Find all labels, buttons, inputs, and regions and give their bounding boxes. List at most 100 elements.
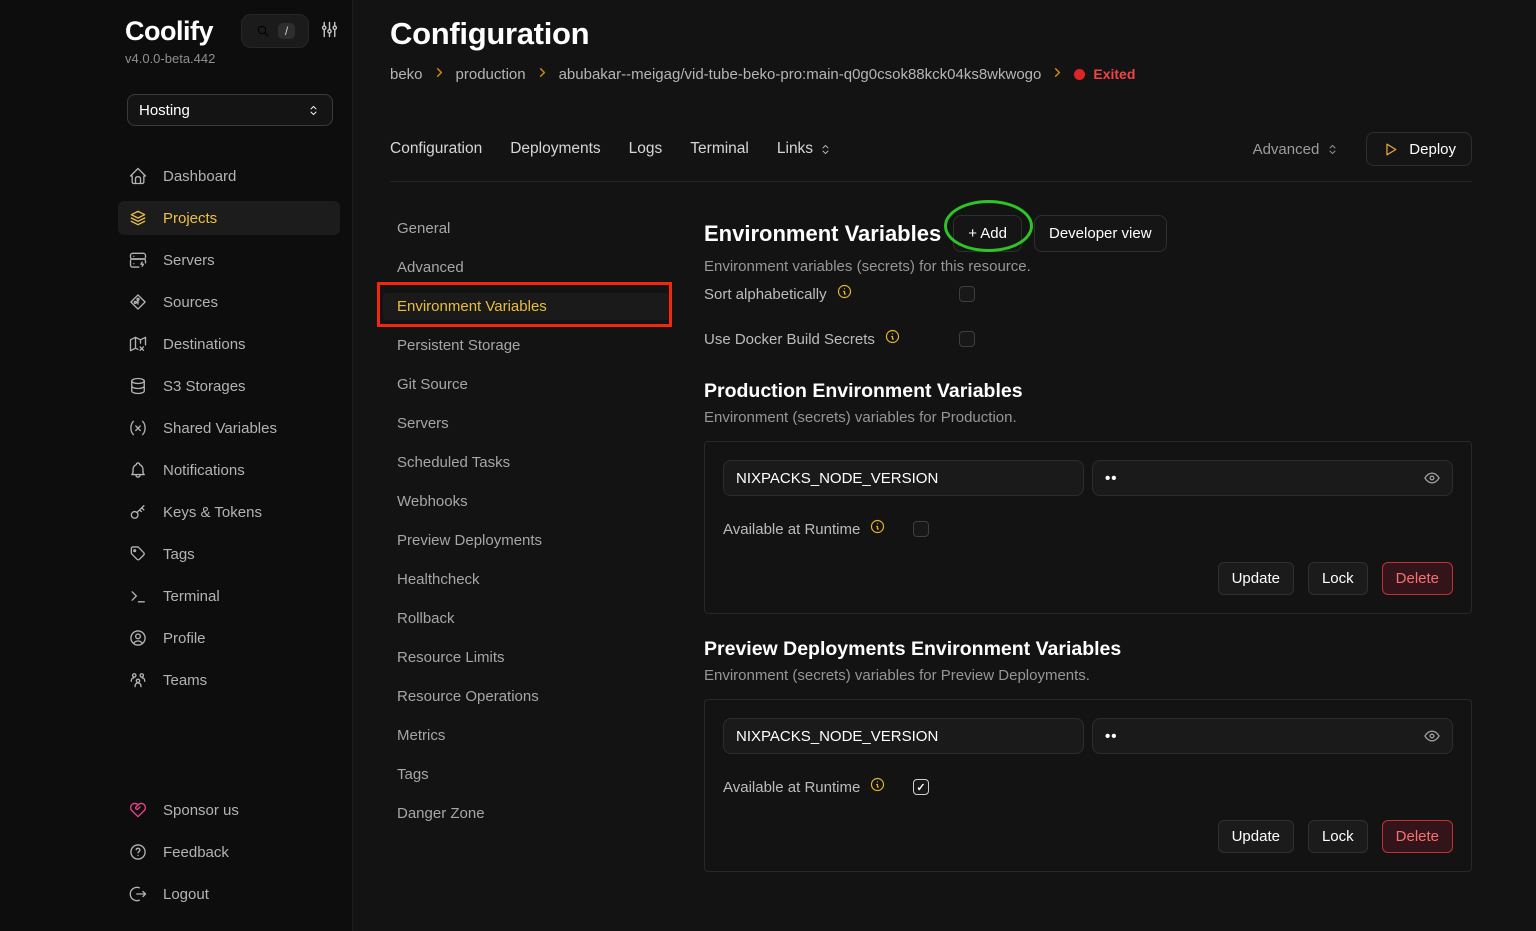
delete-button[interactable]: Delete [1382, 820, 1453, 853]
subnav-item-preview-deployments[interactable]: Preview Deployments [383, 527, 670, 554]
sidebar-footer: Sponsor us Feedback Logout [118, 793, 340, 919]
breadcrumb-environment[interactable]: production [456, 66, 526, 83]
terminal-icon [128, 586, 148, 606]
subnav-item-advanced[interactable]: Advanced [383, 254, 670, 281]
docker-build-secrets-label: Use Docker Build Secrets [704, 331, 875, 348]
chevron-updown-icon [1325, 142, 1340, 157]
breadcrumb-team[interactable]: beko [390, 66, 423, 83]
sidebar-item-tags[interactable]: Tags [118, 537, 340, 571]
available-at-runtime-checkbox[interactable] [913, 521, 929, 537]
developer-view-button[interactable]: Developer view [1034, 215, 1167, 252]
subnav-item-general[interactable]: General [383, 215, 670, 242]
subnav-item-resource-operations[interactable]: Resource Operations [383, 683, 670, 710]
settings-subnav: General Advanced Environment Variables P… [383, 215, 670, 839]
search-button[interactable]: / [241, 14, 309, 48]
preview-env-heading: Preview Deployments Environment Variable… [704, 638, 1472, 661]
sidebar-item-teams[interactable]: Teams [118, 663, 340, 697]
tab-links[interactable]: Links [777, 140, 833, 158]
env-value-input[interactable] [1092, 460, 1453, 496]
subnav-item-servers[interactable]: Servers [383, 410, 670, 437]
sidebar-item-label: Projects [163, 210, 217, 227]
advanced-dropdown[interactable]: Advanced [1253, 141, 1341, 158]
production-env-card: Available at Runtime Update Lock Delete [704, 441, 1472, 614]
sidebar-item-servers[interactable]: Servers [118, 243, 340, 277]
sidebar-item-s3-storages[interactable]: S3 Storages [118, 369, 340, 403]
sidebar-item-label: Keys & Tokens [163, 504, 262, 521]
settings-button[interactable] [319, 19, 340, 43]
sort-alphabetically-checkbox[interactable] [959, 286, 975, 302]
subnav-item-metrics[interactable]: Metrics [383, 722, 670, 749]
reveal-value-button[interactable] [1422, 468, 1442, 491]
status-label: Exited [1093, 66, 1135, 82]
subnav-item-git-source[interactable]: Git Source [383, 371, 670, 398]
docker-build-secrets-checkbox[interactable] [959, 331, 975, 347]
subnav-item-tags[interactable]: Tags [383, 761, 670, 788]
available-at-runtime-row: Available at Runtime [723, 518, 1453, 540]
update-button[interactable]: Update [1218, 562, 1294, 595]
team-select[interactable]: Hosting [127, 94, 333, 126]
deploy-label: Deploy [1409, 141, 1456, 158]
lock-button[interactable]: Lock [1308, 820, 1368, 853]
sidebar-item-keys-tokens[interactable]: Keys & Tokens [118, 495, 340, 529]
sidebar-item-projects[interactable]: Projects [118, 201, 340, 235]
sidebar-item-feedback[interactable]: Feedback [118, 835, 340, 869]
sidebar-item-destinations[interactable]: Destinations [118, 327, 340, 361]
eye-icon [1422, 468, 1442, 488]
reveal-value-button[interactable] [1422, 726, 1442, 749]
sidebar-item-label: Shared Variables [163, 420, 277, 437]
info-icon[interactable] [884, 328, 901, 350]
sidebar-item-notifications[interactable]: Notifications [118, 453, 340, 487]
sidebar-item-dashboard[interactable]: Dashboard [118, 159, 340, 193]
env-key-input[interactable] [723, 460, 1084, 496]
info-icon[interactable] [869, 518, 886, 540]
add-button[interactable]: + Add [953, 215, 1022, 252]
env-key-input[interactable] [723, 718, 1084, 754]
sidebar-item-label: Teams [163, 672, 207, 689]
subnav-item-scheduled-tasks[interactable]: Scheduled Tasks [383, 449, 670, 476]
sidebar-item-shared-variables[interactable]: Shared Variables [118, 411, 340, 445]
env-value-input[interactable] [1092, 718, 1453, 754]
chevron-right-icon [432, 65, 447, 84]
lock-button[interactable]: Lock [1308, 562, 1368, 595]
sidebar-item-logout[interactable]: Logout [118, 877, 340, 911]
sort-alphabetically-label: Sort alphabetically [704, 286, 827, 303]
delete-button[interactable]: Delete [1382, 562, 1453, 595]
subnav-item-resource-limits[interactable]: Resource Limits [383, 644, 670, 671]
deploy-button[interactable]: Deploy [1366, 132, 1472, 166]
app-logo: Coolify [125, 16, 213, 47]
chevron-right-icon [535, 65, 550, 84]
sidebar-item-label: Notifications [163, 462, 245, 479]
heart-handshake-icon [128, 800, 148, 820]
sidebar-item-label: Tags [163, 546, 195, 563]
subnav-item-persistent-storage[interactable]: Persistent Storage [383, 332, 670, 359]
sliders-icon [319, 19, 340, 40]
tag-icon [128, 544, 148, 564]
sidebar-item-profile[interactable]: Profile [118, 621, 340, 655]
sort-alphabetically-row: Sort alphabetically [704, 283, 1472, 305]
sidebar-item-terminal[interactable]: Terminal [118, 579, 340, 613]
subnav-item-danger-zone[interactable]: Danger Zone [383, 800, 670, 827]
tab-deployments[interactable]: Deployments [510, 140, 600, 158]
info-icon[interactable] [836, 283, 853, 305]
subnav-item-healthcheck[interactable]: Healthcheck [383, 566, 670, 593]
breadcrumb-resource[interactable]: abubakar--meigag/vid-tube-beko-pro:main-… [559, 66, 1042, 83]
home-icon [128, 166, 148, 186]
available-at-runtime-checkbox[interactable]: ✓ [913, 779, 929, 795]
subnav-item-webhooks[interactable]: Webhooks [383, 488, 670, 515]
tab-configuration[interactable]: Configuration [390, 140, 482, 158]
database-icon [128, 376, 148, 396]
subnav-item-environment-variables[interactable]: Environment Variables [383, 293, 670, 320]
info-icon[interactable] [869, 776, 886, 798]
tab-logs[interactable]: Logs [629, 140, 663, 158]
subnav-item-rollback[interactable]: Rollback [383, 605, 670, 632]
tab-terminal[interactable]: Terminal [690, 140, 749, 158]
update-button[interactable]: Update [1218, 820, 1294, 853]
sidebar-item-sources[interactable]: Sources [118, 285, 340, 319]
coolify-app-window: Coolify / v4.0.0-beta.442 Hosting [0, 0, 1536, 931]
production-env-subtitle: Environment (secrets) variables for Prod… [704, 409, 1472, 426]
team-select-value: Hosting [139, 102, 190, 119]
eye-icon [1422, 726, 1442, 746]
sidebar-item-sponsor-us[interactable]: Sponsor us [118, 793, 340, 827]
available-at-runtime-label: Available at Runtime [723, 521, 860, 538]
page-title: Configuration [390, 16, 1472, 52]
